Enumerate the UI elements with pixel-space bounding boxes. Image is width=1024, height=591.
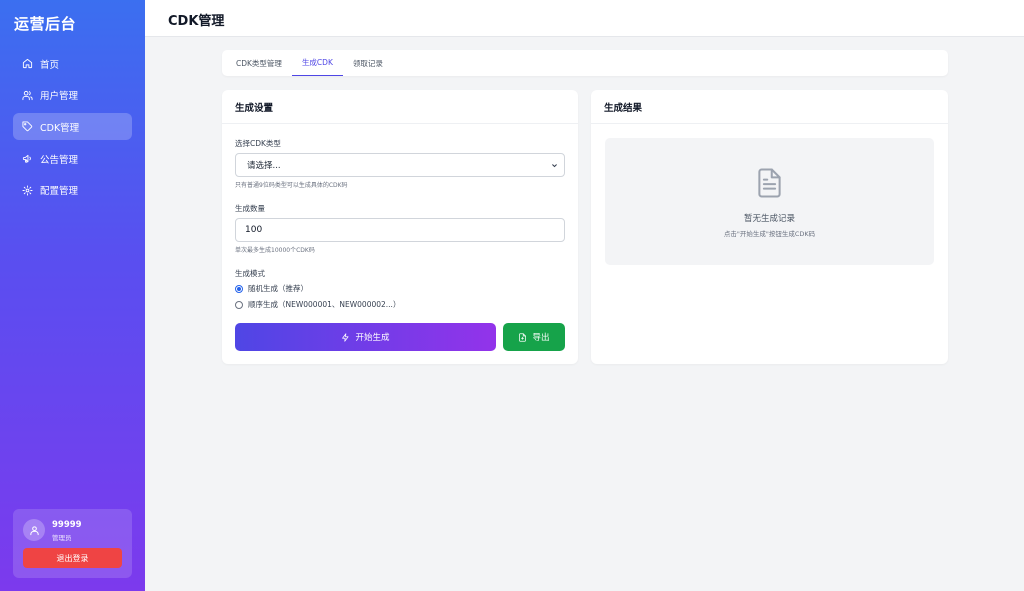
sidebar-item-cdk[interactable]: CDK管理 (13, 113, 132, 141)
avatar (23, 519, 45, 541)
user-icon (29, 525, 39, 535)
results-title: 生成结果 (591, 90, 948, 124)
user-role: 管理员 (52, 534, 72, 542)
mode-random-radio[interactable]: 随机生成（推荐） (235, 283, 308, 294)
tab-generate-cdk[interactable]: 生成CDK (291, 50, 343, 76)
sidebar-item-announcements[interactable]: 公告管理 (13, 145, 132, 172)
start-generate-label: 开始生成 (355, 333, 390, 343)
mode-sequential-label: 顺序生成（NEW000001、NEW000002...） (248, 300, 401, 309)
count-input[interactable]: 100 (235, 218, 565, 242)
file-export-icon (519, 332, 527, 342)
mode-label: 生成模式 (235, 269, 265, 278)
sidebar-item-config[interactable]: 配置管理 (13, 177, 132, 204)
generate-settings-card: 生成设置 选择CDK类型 请选择... 只有普通9位码类型可以生成具体的CDK码… (222, 90, 578, 364)
chevron-down-icon (552, 164, 557, 168)
lightning-icon (342, 332, 349, 342)
sidebar-item-label: 配置管理 (40, 186, 79, 198)
brand-title: 运营后台 (14, 15, 77, 33)
cdk-type-value: 请选择... (247, 161, 281, 171)
settings-title: 生成设置 (222, 90, 578, 124)
radio-checked (235, 284, 243, 293)
radio-unchecked (235, 300, 243, 309)
logout-button[interactable]: 退出登录 (23, 548, 122, 568)
sidebar-nav: 首页 用户管理 CDK管理 公告管理 配置管理 (13, 50, 132, 208)
tab-claim-records[interactable]: 领取记录 (343, 50, 393, 76)
megaphone-icon (22, 154, 31, 163)
document-icon (758, 168, 781, 198)
sidebar-item-label: 用户管理 (40, 91, 79, 103)
sidebar-item-label: 公告管理 (40, 154, 79, 166)
mode-random-label: 随机生成（推荐） (248, 284, 308, 293)
sidebar-item-label: 首页 (40, 59, 60, 71)
cdk-type-select[interactable]: 请选择... (235, 153, 565, 177)
tab-cdk-types[interactable]: CDK类型管理 (226, 50, 292, 76)
mode-sequential-radio[interactable]: 顺序生成（NEW000001、NEW000002...） (235, 299, 400, 310)
tab-bar: CDK类型管理 生成CDK 领取记录 (222, 50, 948, 76)
sidebar: 运营后台 首页 用户管理 CDK管理 公告管理 配置管理 99999 管理员 退… (0, 0, 145, 591)
count-hint: 单次最多生成10000个CDK码 (235, 247, 315, 254)
cdk-type-hint: 只有普通9位码类型可以生成具体的CDK码 (235, 182, 348, 189)
sidebar-item-label: CDK管理 (40, 122, 80, 134)
header: CDK管理 (145, 0, 1024, 37)
sidebar-item-home[interactable]: 首页 (13, 50, 132, 77)
tag-icon (22, 121, 33, 132)
cdk-type-label: 选择CDK类型 (235, 139, 281, 148)
start-generate-button[interactable]: 开始生成 (235, 323, 496, 351)
users-icon (22, 90, 33, 100)
gear-icon (22, 185, 33, 196)
empty-title: 暂无生成记录 (743, 214, 795, 224)
home-icon (22, 58, 33, 69)
export-label: 导出 (532, 333, 550, 343)
count-label: 生成数量 (235, 204, 265, 213)
user-card: 99999 管理员 退出登录 (13, 509, 132, 578)
page-title: CDK管理 (168, 14, 225, 29)
sidebar-item-users[interactable]: 用户管理 (13, 82, 132, 109)
user-name: 99999 (52, 520, 82, 530)
generate-results-card: 生成结果 暂无生成记录 点击"开始生成"按钮生成CDK码 (591, 90, 948, 364)
empty-state: 暂无生成记录 点击"开始生成"按钮生成CDK码 (605, 138, 934, 265)
export-button[interactable]: 导出 (503, 323, 565, 351)
empty-subtitle: 点击"开始生成"按钮生成CDK码 (723, 230, 816, 238)
